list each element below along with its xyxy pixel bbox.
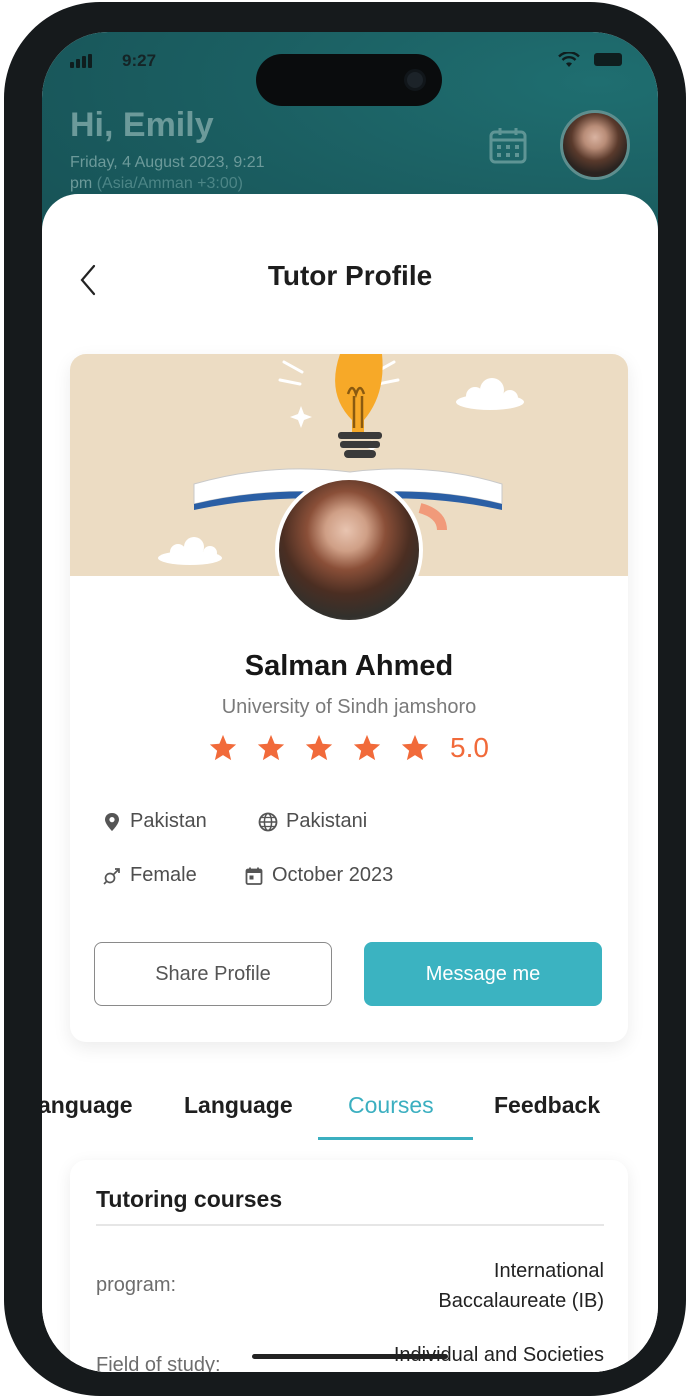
page-title: Tutor Profile bbox=[267, 260, 433, 291]
program-value: International Baccalaureate (IB) bbox=[438, 1260, 604, 1312]
tab-language[interactable]: Language bbox=[184, 1092, 293, 1119]
profile-tabs: anguage Language Courses Feedback bbox=[42, 1084, 658, 1144]
date-text: Friday, 4 August 2023, 9:21 bbox=[70, 154, 265, 171]
joined-text: October 2023 bbox=[272, 864, 394, 886]
gender-text: Female bbox=[130, 864, 197, 886]
tab-feedback[interactable]: Feedback bbox=[494, 1092, 600, 1119]
divider bbox=[96, 1224, 604, 1226]
joined-info: October 2023 bbox=[244, 864, 393, 887]
nationality-info: Pakistani bbox=[258, 810, 367, 833]
rating-stars: 5.0 bbox=[208, 732, 489, 764]
country-info: Pakistan bbox=[102, 810, 207, 833]
message-me-button[interactable]: Message me bbox=[364, 942, 602, 1006]
courses-title: Tutoring courses bbox=[96, 1186, 283, 1212]
camera-icon bbox=[404, 69, 426, 91]
profile-sheet: Tutor Profile Salman Ahmed University of… bbox=[42, 194, 658, 1372]
star-icon bbox=[401, 734, 429, 761]
country-text: Pakistan bbox=[130, 810, 207, 832]
battery-icon bbox=[594, 53, 622, 66]
status-time: 9:27 bbox=[122, 51, 157, 70]
globe-icon bbox=[258, 812, 278, 831]
signal-icon bbox=[70, 54, 92, 68]
program-label: program: bbox=[96, 1274, 177, 1296]
tutor-university: University of Sindh jamshoro bbox=[221, 696, 477, 718]
phone-frame: 9:27 Hi, Emily Friday, 4 August 2023, 9:… bbox=[4, 2, 686, 1396]
greeting-date: Friday, 4 August 2023, 9:21 pm (Asia/Amm… bbox=[70, 152, 330, 194]
location-pin-icon bbox=[105, 812, 119, 831]
tab-language-partial[interactable]: anguage bbox=[42, 1092, 133, 1119]
profile-card: Salman Ahmed University of Sindh jamshor… bbox=[70, 354, 628, 1042]
courses-card: Tutoring courses program: International … bbox=[70, 1160, 628, 1372]
tab-courses[interactable]: Courses bbox=[348, 1092, 434, 1119]
timezone: (Asia/Amman +3:00) bbox=[96, 175, 243, 192]
star-icon bbox=[305, 734, 333, 761]
screen: 9:27 Hi, Emily Friday, 4 August 2023, 9:… bbox=[42, 32, 658, 1372]
nationality-text: Pakistani bbox=[286, 810, 368, 832]
active-tab-indicator bbox=[318, 1137, 473, 1140]
greeting: Hi, Emily bbox=[70, 106, 214, 144]
home-indicator bbox=[252, 1354, 448, 1359]
date-suffix: pm bbox=[70, 175, 93, 192]
star-icon bbox=[209, 734, 237, 761]
field-of-study-label: Field of study: bbox=[96, 1354, 221, 1372]
rating-value: 5.0 bbox=[450, 732, 489, 763]
gender-info: Female bbox=[102, 864, 197, 887]
user-avatar[interactable] bbox=[560, 110, 630, 180]
calendar-small-icon bbox=[245, 867, 263, 885]
star-icon bbox=[353, 734, 381, 761]
dynamic-island bbox=[256, 54, 442, 106]
wifi-icon bbox=[558, 52, 580, 67]
tutor-name: Salman Ahmed bbox=[244, 650, 454, 682]
star-icon bbox=[257, 734, 285, 761]
calendar-icon[interactable] bbox=[488, 126, 528, 166]
tutor-photo bbox=[275, 476, 423, 624]
gender-icon bbox=[103, 867, 120, 885]
share-profile-button[interactable]: Share Profile bbox=[94, 942, 332, 1006]
